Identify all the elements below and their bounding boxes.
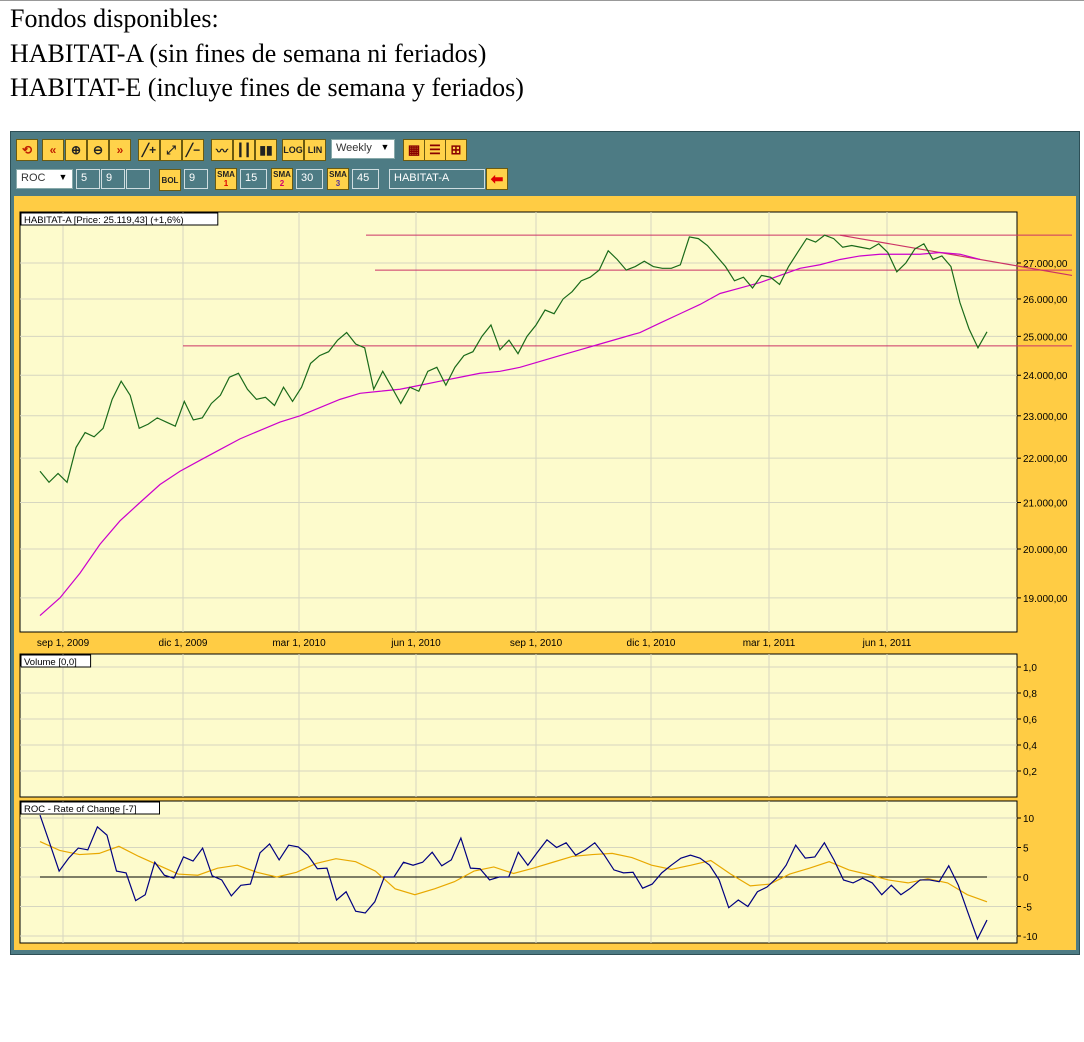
chevron-down-icon: ▼ [58,172,68,182]
sma-label: SMA [273,170,291,179]
panel-0 [19,211,1018,633]
x-tick-label: sep 1, 2009 [37,638,90,649]
y-tick-label: 0,2 [1023,767,1037,778]
y-tick-label: 23.000,00 [1023,412,1068,423]
line-chart-icon[interactable]: 〰 [211,139,233,161]
zoom-out-icon[interactable]: ⊖ [87,139,109,161]
bol-button[interactable]: BOL [159,169,181,191]
y-tick-label: 22.000,00 [1023,454,1068,465]
symbol-field[interactable]: HABITAT-A [389,169,485,189]
y-tick-label: -10 [1023,932,1038,943]
sma-2-period-field[interactable]: 30 [296,169,323,189]
y-tick-label: 26.000,00 [1023,295,1068,306]
legend-icon[interactable]: ☰ [424,139,446,161]
y-tick-label: 21.000,00 [1023,499,1068,510]
bol-period-field[interactable]: 9 [184,169,208,189]
y-tick-label: 0,6 [1023,715,1037,726]
x-tick-label: dic 1, 2009 [159,638,208,649]
x-tick-label: jun 1, 2010 [390,638,441,649]
y-tick-label: 0,4 [1023,741,1037,752]
y-tick-label: 0,8 [1023,689,1037,700]
candlestick-icon[interactable]: ▮▮ [255,139,277,161]
scroll-right-icon[interactable]: » [109,139,131,161]
y-tick-label: 25.000,00 [1023,332,1068,343]
panel-title: HABITAT-A [Price: 25.119,43] (+1,6%) [24,215,184,226]
y-tick-label: 0 [1023,873,1029,884]
y-tick-label: 19.000,00 [1023,594,1068,605]
x-tick-label: mar 1, 2011 [743,638,796,649]
x-tick-label: sep 1, 2010 [510,638,563,649]
remove-line-icon[interactable]: ╱− [182,139,204,161]
period-select[interactable]: Weekly ▼ [331,139,395,159]
refresh-icon[interactable]: ⟲ [16,139,38,161]
sma-label: SMA [329,170,347,179]
panel-title: Volume [0,0] [24,657,77,668]
y-tick-label: 20.000,00 [1023,545,1068,556]
log-button[interactable]: LOG [282,139,304,161]
lin-button[interactable]: LIN [304,139,326,161]
sma-3-button[interactable]: SMA 3 [327,168,349,190]
indicator-select[interactable]: ROC ▼ [16,169,73,189]
sma-number: 3 [335,179,341,188]
y-tick-label: 5 [1023,844,1029,855]
sma-label: SMA [217,170,235,179]
sma-number: 1 [223,179,229,188]
parallel-lines-icon[interactable]: ⤢ [160,139,182,161]
zoom-in-icon[interactable]: ⊕ [65,139,87,161]
panel-title: ROC - Rate of Change [-7] [24,804,136,815]
grid-icon[interactable]: ▦ [403,139,425,161]
sma-2-button[interactable]: SMA 2 [271,168,293,190]
indicator-param-3[interactable] [126,169,150,189]
indicator-param-2[interactable]: 9 [101,169,125,189]
chevron-down-icon: ▼ [380,142,390,152]
go-button[interactable]: ⬅ [486,168,508,190]
scroll-left-icon[interactable]: « [42,139,64,161]
y-tick-label: 1,0 [1023,663,1037,674]
x-tick-label: mar 1, 2010 [272,638,326,649]
sma-3-period-field[interactable]: 45 [352,169,379,189]
bar-chart-icon[interactable]: ┃┃ [233,139,255,161]
x-tick-label: jun 1, 2011 [862,638,912,649]
y-tick-label: 10 [1023,814,1035,825]
panel-1 [19,653,1018,798]
y-tick-label: 24.000,00 [1023,371,1068,382]
sma-1-button[interactable]: SMA 1 [215,168,237,190]
x-tick-label: dic 1, 2010 [627,638,676,649]
sma-1-period-field[interactable]: 15 [240,169,267,189]
sma-number: 2 [279,179,285,188]
layout-icon[interactable]: ⊞ [445,139,467,161]
indicator-param-1[interactable]: 5 [76,169,100,189]
y-tick-label: -5 [1023,903,1032,914]
add-line-icon[interactable]: ╱+ [138,139,160,161]
